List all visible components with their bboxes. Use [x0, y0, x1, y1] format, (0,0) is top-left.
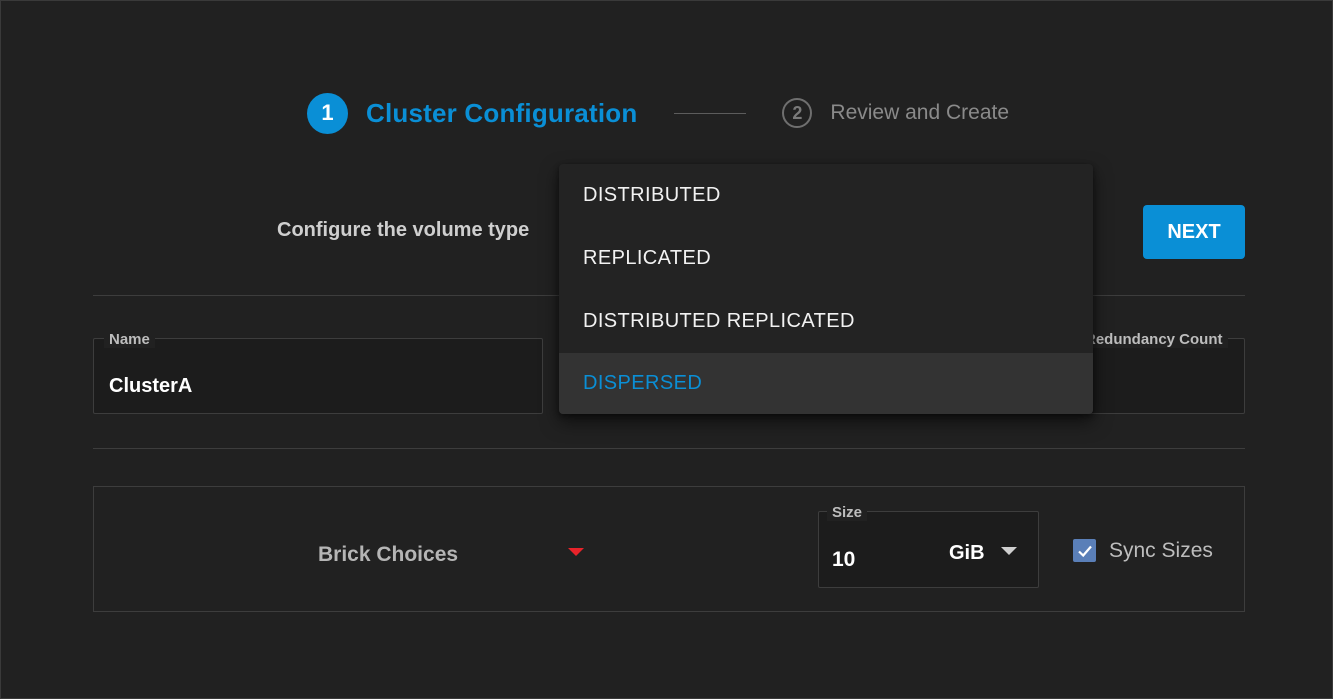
unit-select-value[interactable]: GiB: [949, 542, 985, 565]
step-1-label: Cluster Configuration: [366, 97, 638, 128]
volume-type-menu: DISTRIBUTED REPLICATED DISTRIBUTED REPLI…: [559, 164, 1093, 414]
caret-down-icon[interactable]: [568, 548, 584, 556]
sync-sizes-label[interactable]: Sync Sizes: [1109, 539, 1213, 563]
brick-panel: Brick Choices Size 10 GiB Sync Sizes: [93, 486, 1245, 612]
next-button[interactable]: NEXT: [1143, 205, 1245, 259]
check-icon: [1077, 545, 1092, 557]
step-2-label: Review and Create: [830, 101, 1010, 124]
stepper: 1 Cluster Configuration 2 Review and Cre…: [307, 92, 1010, 134]
name-field[interactable]: Name ClusterA: [93, 331, 543, 414]
instruction-text: Configure the volume type: [277, 219, 530, 241]
chevron-down-icon[interactable]: [1001, 547, 1017, 555]
sync-sizes-checkbox[interactable]: [1073, 539, 1096, 562]
step-1-number: 1: [307, 92, 348, 134]
brick-choices-label[interactable]: Brick Choices: [318, 543, 458, 567]
step-2-number: 2: [782, 98, 813, 128]
menu-item-replicated[interactable]: REPLICATED: [559, 227, 1093, 290]
name-input-value[interactable]: ClusterA: [109, 375, 192, 398]
name-field-label: Name: [104, 331, 155, 348]
menu-item-distributed-replicated[interactable]: DISTRIBUTED REPLICATED: [559, 290, 1093, 353]
menu-item-distributed[interactable]: DISTRIBUTED: [559, 164, 1093, 227]
menu-item-dispersed[interactable]: DISPERSED: [559, 353, 1093, 414]
size-field-label: Size: [827, 504, 868, 521]
redundancy-count-label: Redundancy Count: [1080, 331, 1228, 348]
size-input-value[interactable]: 10: [832, 548, 855, 572]
divider: [93, 448, 1245, 449]
size-field[interactable]: Size 10 GiB: [818, 504, 1039, 588]
step-connector: [674, 112, 747, 114]
